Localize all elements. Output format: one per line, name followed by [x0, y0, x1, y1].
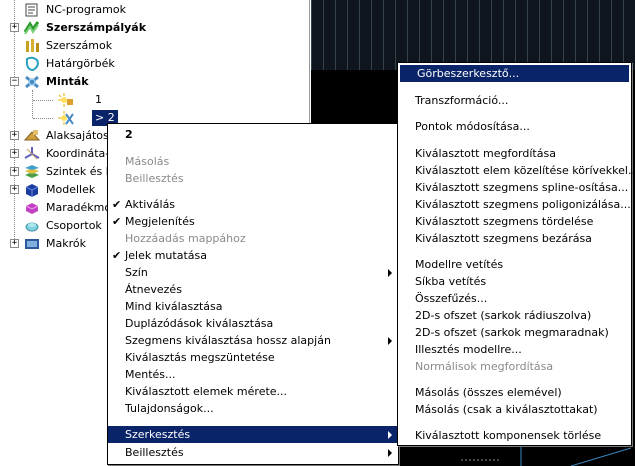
expand-plus-icon[interactable]: +	[10, 149, 19, 158]
submenu-arrow-icon	[388, 269, 392, 277]
nc-program-icon	[24, 2, 40, 18]
submenu-item-merge[interactable]: Összefűzés...	[398, 290, 631, 307]
context-menu: 2 Másolás Beillesztés ✔ Aktiválás ✔ Megjel…	[107, 123, 399, 465]
tree-item-label: 1	[95, 93, 102, 106]
menu-item-select-duplicates[interactable]: Duplázódások kiválasztása	[108, 315, 398, 332]
tree-item-label: Csoportok	[46, 219, 102, 232]
submenu-item-modify-points[interactable]: Pontok módosítása...	[398, 118, 631, 135]
tree-item-label: Szerszámpályák	[46, 21, 147, 34]
submenu-item-close-segment[interactable]: Kiválasztott szegmens bezárása	[398, 230, 631, 247]
feature-icon	[23, 128, 41, 144]
menu-item-save[interactable]: Mentés...	[108, 366, 398, 383]
menu-item-color[interactable]: Szín	[108, 264, 398, 281]
tree-item-nc-programs[interactable]: NC-programok	[0, 1, 300, 19]
stock-model-icon	[24, 200, 40, 216]
menu-item-activate[interactable]: ✔ Aktiválás	[108, 196, 398, 213]
submenu-item-fit-to-model[interactable]: Illesztés modellre...	[398, 341, 631, 358]
edit-submenu: Görbeszerkesztő... Transzformáció... Pon…	[397, 62, 635, 446]
tree-item-pattern-1[interactable]: 1	[36, 91, 296, 109]
submenu-item-copy-selected[interactable]: Másolás (csak a kiválasztottakat)	[398, 401, 631, 418]
submenu-item-transform[interactable]: Transzformáció...	[398, 92, 631, 109]
checkmark-icon: ✔	[112, 198, 122, 211]
tree-item-label: Szerszámok	[46, 39, 113, 52]
submenu-arrow-icon	[388, 449, 392, 457]
menu-item-deselect[interactable]: Kiválasztás megszüntetése	[108, 349, 398, 366]
menu-item-show-markers[interactable]: ✔ Jelek mutatása	[108, 247, 398, 264]
collapse-minus-icon[interactable]: −	[10, 77, 19, 86]
pattern-item-icon	[58, 110, 74, 126]
menu-item-selected-size[interactable]: Kiválasztott elemek mérete...	[108, 383, 398, 400]
submenu-item-copy-all[interactable]: Másolás (összes elemével)	[398, 384, 631, 401]
pattern-item-icon	[58, 92, 74, 108]
levels-icon	[24, 164, 40, 180]
boundary-icon	[24, 56, 40, 72]
expand-plus-icon[interactable]: +	[10, 131, 19, 140]
submenu-item-delete-selected-components[interactable]: Kiválasztott komponensek törlése	[398, 427, 631, 444]
submenu-item-curve-editor[interactable]: Görbeszerkesztő...	[400, 65, 629, 82]
tree-item-label: Határgörbék	[46, 57, 115, 70]
submenu-item-project-to-plane[interactable]: Síkba vetítés	[398, 273, 631, 290]
menu-item-rename[interactable]: Átnevezés	[108, 281, 398, 298]
expand-plus-icon[interactable]: +	[10, 185, 19, 194]
submenu-item-polygonize-segment[interactable]: Kiválasztott szegmens poligonizálása...	[398, 196, 631, 213]
tree-item-boundaries[interactable]: Határgörbék	[0, 55, 300, 73]
submenu-arrow-icon	[388, 431, 392, 439]
menu-separator	[400, 251, 629, 252]
tool-icon	[24, 38, 40, 54]
menu-item-copy: Másolás	[125, 155, 170, 168]
menu-separator	[400, 87, 629, 88]
submenu-item-offset-rounded[interactable]: 2D-s ofszet (sarkok rádiuszolva)	[398, 307, 631, 324]
menu-separator	[400, 422, 629, 423]
checkmark-icon: ✔	[112, 215, 122, 228]
menu-separator	[110, 192, 396, 193]
submenu-item-reverse-normals: Normálisok megfordítása	[415, 360, 554, 373]
tree-item-label: Makrók	[46, 237, 86, 250]
tree-item-toolpaths[interactable]: + Szerszámpályák	[0, 19, 300, 37]
menu-separator	[400, 140, 629, 141]
tree-item-label: NC-programok	[46, 3, 126, 16]
tree-item-label: Minták	[46, 75, 89, 88]
menu-item-properties[interactable]: Tulajdonságok...	[108, 400, 398, 417]
tree-connector	[32, 90, 33, 118]
menu-item-add-to-folder: Hozzáadás mappához	[125, 232, 246, 245]
menu-separator	[110, 148, 396, 149]
pattern-icon	[24, 74, 40, 90]
menu-separator	[110, 422, 396, 423]
model-icon	[24, 182, 40, 198]
viewport-grid	[311, 0, 635, 70]
tree-item-tools[interactable]: Szerszámok	[0, 37, 300, 55]
menu-separator	[400, 379, 629, 380]
menu-item-insert[interactable]: Beillesztés	[108, 444, 398, 461]
group-icon	[24, 218, 40, 234]
menu-item-select-by-length[interactable]: Szegmens kiválasztása hossz alapján	[108, 332, 398, 349]
submenu-item-reverse-selected[interactable]: Kiválasztott megfordítása	[398, 145, 631, 162]
submenu-arrow-icon	[388, 337, 392, 345]
menu-item-select-all[interactable]: Mind kiválasztása	[108, 298, 398, 315]
toolpath-icon	[23, 20, 40, 36]
macro-icon	[24, 236, 40, 252]
submenu-item-project-to-model[interactable]: Modellre vetítés	[398, 256, 631, 273]
checkmark-icon: ✔	[112, 249, 122, 262]
expand-plus-icon[interactable]: +	[10, 239, 19, 248]
tree-item-label: Modellek	[46, 183, 96, 196]
expand-plus-icon[interactable]: +	[10, 23, 19, 32]
menu-item-paste: Beillesztés	[125, 172, 184, 185]
submenu-item-arc-fit[interactable]: Kiválasztott elem közelítése körívekkel.…	[398, 162, 635, 179]
submenu-item-spline-segment[interactable]: Kiválasztott szegmens spline-osítása...	[398, 179, 631, 196]
tree-item-patterns[interactable]: − Minták	[0, 73, 300, 91]
submenu-item-offset-sharp[interactable]: 2D-s ofszet (sarkok megmaradnak)	[398, 324, 631, 341]
context-menu-title: 2	[125, 128, 133, 141]
workplane-icon	[24, 146, 40, 162]
submenu-item-split-segment[interactable]: Kiválasztott szegmens tördelése	[398, 213, 631, 230]
menu-item-show[interactable]: ✔ Megjelenítés	[108, 213, 398, 230]
expand-plus-icon[interactable]: +	[10, 167, 19, 176]
menu-item-edit[interactable]: Szerkesztés	[108, 426, 398, 443]
menu-separator	[400, 114, 629, 115]
